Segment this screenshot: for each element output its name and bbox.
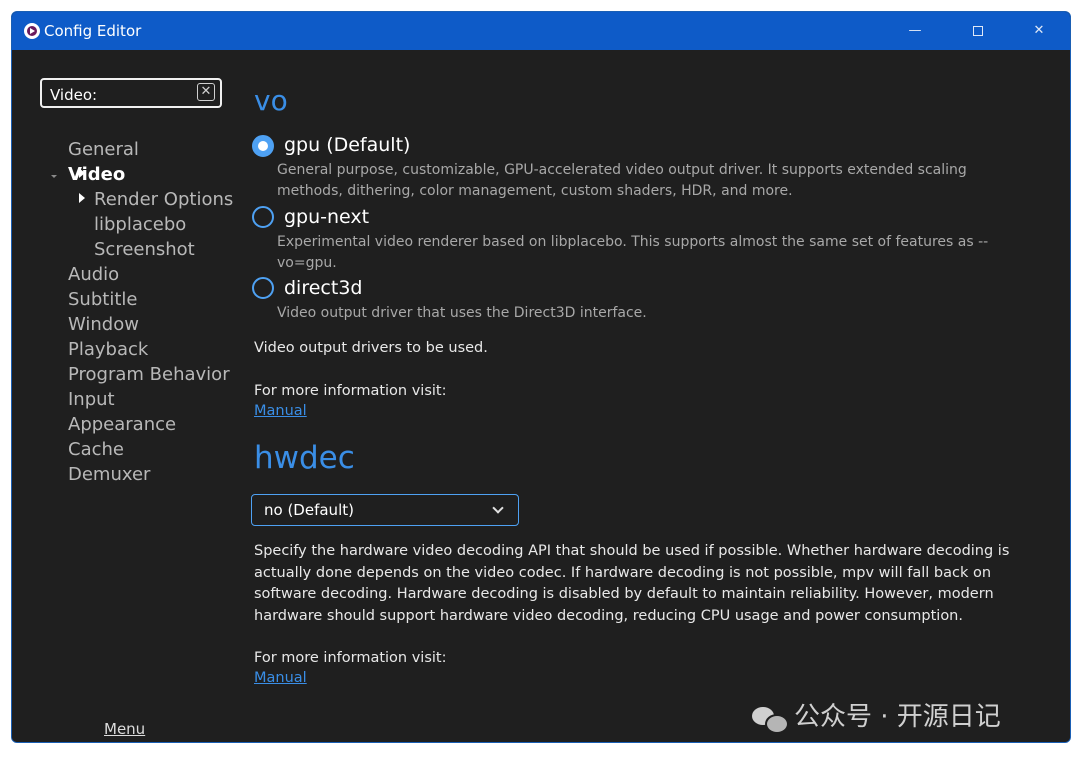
- option-desc-gpu-next: Experimental video renderer based on lib…: [277, 234, 989, 271]
- config-editor-window: Config Editor — ✕ ✕ General Video Render…: [11, 11, 1071, 743]
- wechat-icon: [752, 705, 789, 734]
- vo-manual-link[interactable]: Manual: [254, 403, 307, 419]
- chevron-down-icon: [492, 502, 504, 514]
- hwdec-manual-link[interactable]: Manual: [254, 670, 307, 686]
- radio-gpu[interactable]: [252, 135, 274, 157]
- radio-gpu-next[interactable]: [252, 206, 274, 228]
- tree-item-appearance[interactable]: Appearance: [68, 414, 176, 435]
- title-bar[interactable]: Config Editor — ✕: [12, 12, 1070, 50]
- mpv-app-icon: [24, 23, 40, 39]
- minimize-button[interactable]: —: [892, 12, 938, 50]
- option-label-gpu[interactable]: gpu (Default): [284, 134, 410, 156]
- menu-link[interactable]: Menu: [104, 720, 145, 738]
- tree-item-program-behavior[interactable]: Program Behavior: [68, 364, 230, 385]
- radio-direct3d[interactable]: [252, 277, 274, 299]
- option-desc-direct3d: Video output driver that uses the Direct…: [277, 305, 647, 321]
- tree-item-video[interactable]: Video: [68, 164, 125, 185]
- vo-help-text: Video output drivers to be used.: [254, 340, 488, 356]
- tree-item-audio[interactable]: Audio: [68, 264, 119, 285]
- tree-item-subtitle[interactable]: Subtitle: [68, 289, 137, 310]
- vo-section-title: vo: [254, 84, 288, 117]
- tree-item-playback[interactable]: Playback: [68, 339, 148, 360]
- hwdec-dropdown[interactable]: no (Default): [251, 494, 519, 526]
- expand-arrow-icon[interactable]: [79, 193, 85, 203]
- tree-item-general[interactable]: General: [68, 139, 139, 160]
- maximize-button[interactable]: [955, 12, 1001, 50]
- hwdec-selected-value: no (Default): [264, 501, 354, 519]
- clear-search-button[interactable]: ✕: [197, 83, 215, 101]
- expand-arrow-icon[interactable]: [79, 168, 85, 178]
- tree-item-demuxer[interactable]: Demuxer: [68, 464, 150, 485]
- tree-item-input[interactable]: Input: [68, 389, 115, 410]
- hwdec-section-title: hwdec: [254, 440, 355, 476]
- collapse-arrow-icon[interactable]: [51, 175, 57, 178]
- watermark-text: 公众号 · 开源日记: [794, 702, 1001, 732]
- option-label-gpu-next[interactable]: gpu-next: [284, 206, 369, 228]
- watermark: 公众号 · 开源日记: [752, 696, 1001, 734]
- tree-item-window[interactable]: Window: [68, 314, 139, 335]
- option-desc-gpu: General purpose, customizable, GPU-accel…: [277, 162, 967, 199]
- hwdec-help-text: Specify the hardware video decoding API …: [254, 543, 1010, 624]
- close-button[interactable]: ✕: [1016, 12, 1062, 50]
- vo-more-info: For more information visit:: [254, 383, 447, 399]
- search-box: ✕: [40, 78, 222, 108]
- settings-panel: vo gpu (Default) General purpose, custom…: [251, 50, 1070, 742]
- tree-item-screenshot[interactable]: Screenshot: [94, 239, 195, 260]
- tree-item-cache[interactable]: Cache: [68, 439, 124, 460]
- maximize-icon: [973, 25, 983, 36]
- tree-item-libplacebo[interactable]: libplacebo: [94, 214, 186, 235]
- option-label-direct3d[interactable]: direct3d: [284, 277, 362, 299]
- hwdec-more-info: For more information visit:: [254, 650, 447, 666]
- tree-item-render-options[interactable]: Render Options: [94, 189, 233, 210]
- content-area: ✕ General Video Render Options libplaceb…: [12, 50, 1070, 742]
- window-title: Config Editor: [44, 22, 142, 40]
- search-input[interactable]: [48, 84, 192, 106]
